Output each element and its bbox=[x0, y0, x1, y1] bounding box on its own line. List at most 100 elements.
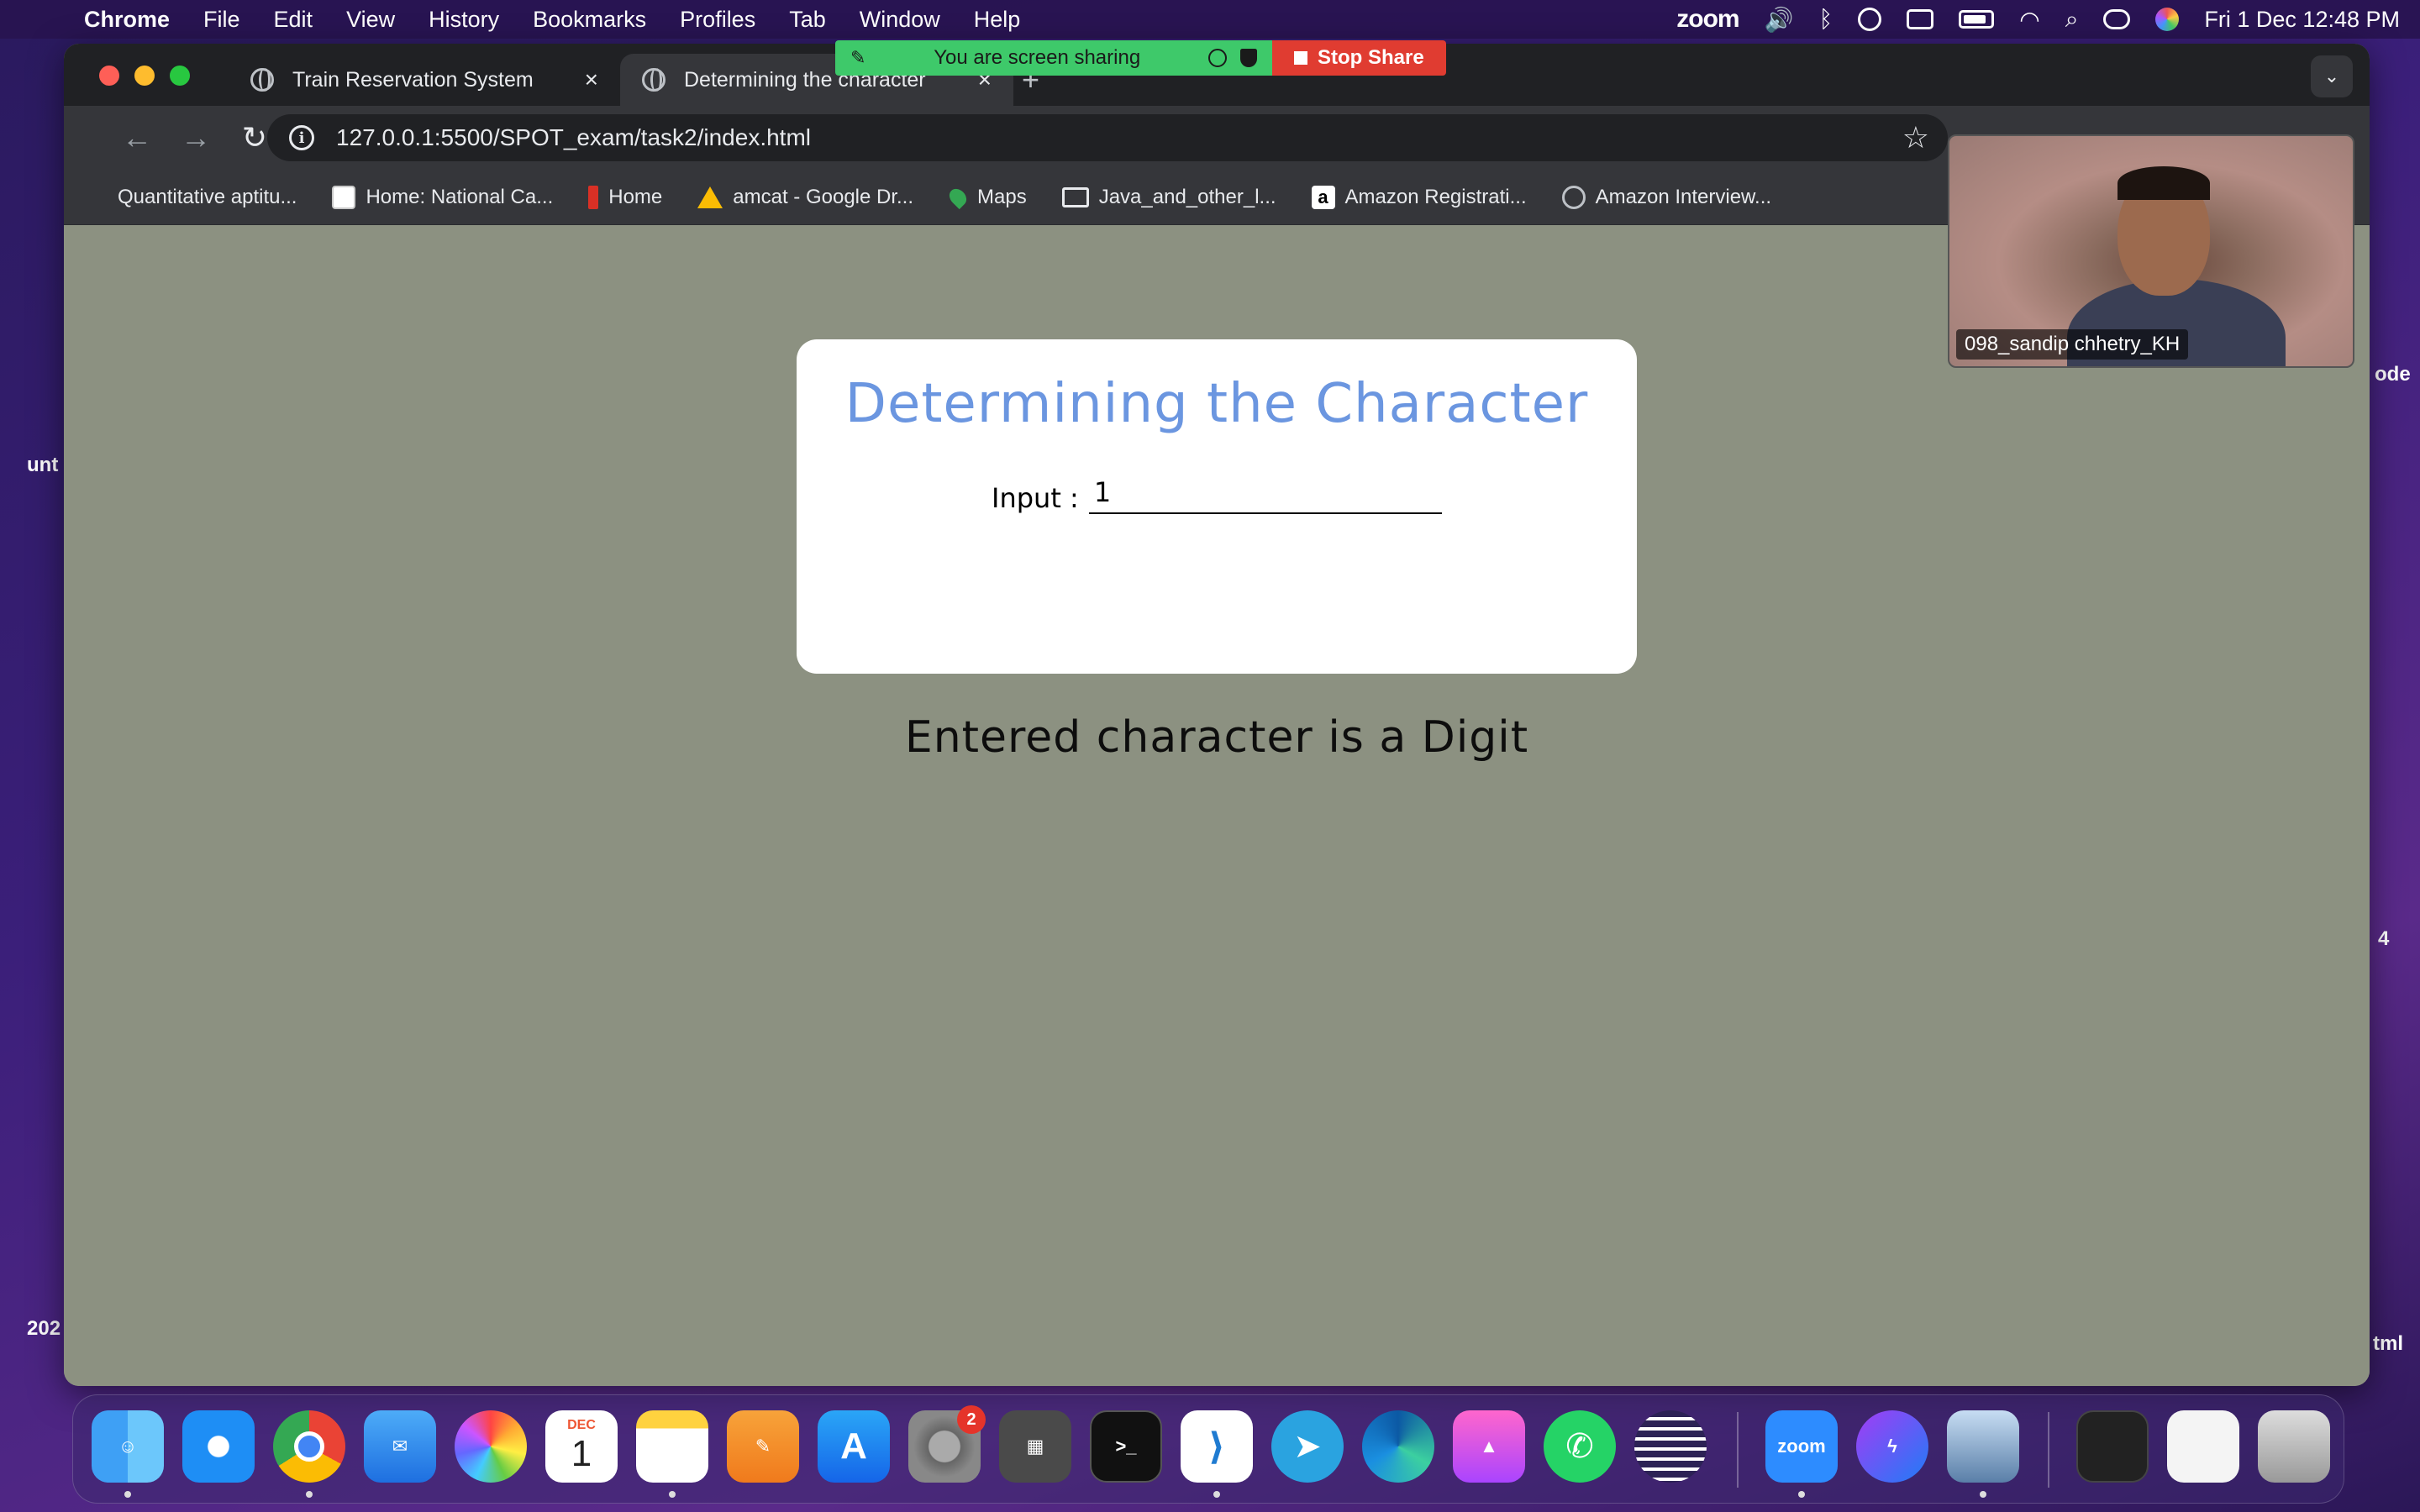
globe-icon bbox=[1561, 185, 1586, 209]
menu-bookmarks[interactable]: Bookmarks bbox=[516, 7, 663, 33]
calendar-icon[interactable]: DEC 1 bbox=[545, 1410, 618, 1483]
search-icon[interactable]: ⌕ bbox=[2065, 6, 2079, 34]
amazon-icon: a bbox=[1311, 185, 1335, 209]
bookmark-item[interactable]: Maps bbox=[945, 185, 1027, 209]
pages-icon[interactable]: ✎ bbox=[727, 1410, 799, 1483]
telegram-icon[interactable]: ➤ bbox=[1271, 1410, 1344, 1483]
fullscreen-window-button[interactable] bbox=[170, 66, 190, 86]
share-status[interactable]: ✎ You are screen sharing bbox=[835, 40, 1272, 76]
bookmark-label: Amazon Interview... bbox=[1595, 185, 1772, 208]
input-row: Input : bbox=[992, 472, 1442, 514]
status-area: zoom 🔊 ᛒ ◠ ⌕ Fri 1 Dec 12:48 PM bbox=[1676, 5, 2400, 34]
calendar-month: DEC bbox=[567, 1418, 596, 1432]
safari-icon[interactable] bbox=[182, 1410, 255, 1483]
desktop-file-label[interactable]: 202 bbox=[27, 1317, 60, 1341]
video-thumbnail[interactable]: 098_sandip chhetry_KH bbox=[1948, 134, 2354, 368]
siri-icon[interactable] bbox=[2155, 8, 2180, 31]
calendar-day: 1 bbox=[571, 1433, 592, 1474]
url-text[interactable]: 127.0.0.1:5500/SPOT_exam/task2/index.htm… bbox=[336, 124, 811, 151]
desktop-file-label[interactable]: tml bbox=[2373, 1332, 2403, 1356]
bookmark-item[interactable]: Amazon Interview... bbox=[1561, 185, 1772, 209]
menu-profiles[interactable]: Profiles bbox=[663, 7, 772, 33]
bookmark-folder[interactable]: Java_and_other_l... bbox=[1061, 186, 1276, 209]
volume-icon[interactable]: 🔊 bbox=[1765, 6, 1794, 34]
affinity-icon[interactable]: ▲ bbox=[1453, 1410, 1525, 1483]
screen-share-bar[interactable]: ✎ You are screen sharing Stop Share bbox=[835, 40, 1446, 76]
bookmark-item[interactable]: Home bbox=[588, 185, 663, 209]
edge-icon[interactable] bbox=[1362, 1410, 1434, 1483]
running-indicator bbox=[1798, 1491, 1805, 1498]
form-card: Determining the Character Input : bbox=[797, 339, 1637, 674]
chrome-icon[interactable] bbox=[273, 1410, 345, 1483]
screen-mirroring-icon[interactable] bbox=[1907, 9, 1934, 29]
stop-icon bbox=[1294, 51, 1307, 65]
mail-icon[interactable]: ✉ bbox=[364, 1410, 436, 1483]
participant-hair bbox=[2118, 166, 2210, 200]
shield-icon[interactable] bbox=[1240, 49, 1257, 67]
close-tab-icon[interactable]: × bbox=[585, 66, 598, 93]
bookmark-item[interactable]: a Amazon Registrati... bbox=[1311, 185, 1527, 209]
red-bar-icon bbox=[588, 185, 599, 209]
bookmark-item[interactable]: Quantitative aptitu... bbox=[118, 186, 297, 209]
control-center-icon[interactable] bbox=[2103, 9, 2131, 29]
bookmark-label: Amazon Registrati... bbox=[1344, 185, 1527, 208]
bookmark-label: Home: National Ca... bbox=[366, 185, 554, 208]
photos-icon[interactable] bbox=[455, 1410, 527, 1483]
desktop-file-label[interactable]: 4 bbox=[2378, 927, 2389, 951]
bookmark-item[interactable]: amcat - Google Dr... bbox=[697, 186, 913, 209]
bookmark-label: Home bbox=[608, 185, 663, 208]
share-grip-icon[interactable]: ✎ bbox=[850, 47, 865, 69]
bookmark-item[interactable]: Home: National Ca... bbox=[332, 185, 554, 209]
desktop-file-label[interactable]: ode bbox=[2375, 363, 2411, 386]
menu-tab[interactable]: Tab bbox=[772, 7, 843, 33]
calculator-icon[interactable]: ▦ bbox=[999, 1410, 1071, 1483]
desktop-file-label[interactable]: unt bbox=[27, 454, 58, 477]
terminal-icon[interactable]: >_ bbox=[1090, 1410, 1162, 1483]
address-bar[interactable]: i 127.0.0.1:5500/SPOT_exam/task2/index.h… bbox=[267, 114, 1948, 161]
running-indicator bbox=[306, 1491, 313, 1498]
terminal-prompt: >_ bbox=[1115, 1436, 1137, 1457]
page-title: Determining the Character bbox=[844, 373, 1589, 435]
menu-window[interactable]: Window bbox=[843, 7, 957, 33]
notes-icon[interactable] bbox=[636, 1410, 708, 1483]
menu-help[interactable]: Help bbox=[957, 7, 1038, 33]
whatsapp-icon[interactable]: ✆ bbox=[1544, 1410, 1616, 1483]
downloads-stack-icon[interactable] bbox=[2076, 1410, 2149, 1483]
zoom-app-icon[interactable]: zoom bbox=[1765, 1410, 1838, 1483]
bookmark-label: amcat - Google Dr... bbox=[733, 185, 914, 208]
menu-history[interactable]: History bbox=[412, 7, 516, 33]
zoom-menu-extra[interactable]: zoom bbox=[1676, 5, 1739, 34]
stop-share-button[interactable]: Stop Share bbox=[1272, 40, 1446, 76]
back-button[interactable]: ← bbox=[108, 120, 166, 155]
system-settings-icon[interactable]: 2 bbox=[908, 1405, 986, 1483]
menu-app-name[interactable]: Chrome bbox=[67, 7, 187, 33]
menu-view[interactable]: View bbox=[329, 7, 412, 33]
bluetooth-icon[interactable]: ᛒ bbox=[1818, 6, 1833, 33]
wifi-icon[interactable]: ◠ bbox=[2019, 6, 2039, 34]
battery-icon[interactable] bbox=[1959, 10, 1995, 29]
maps-icon bbox=[945, 185, 971, 209]
minimize-window-button[interactable] bbox=[134, 66, 155, 86]
forward-button[interactable]: → bbox=[166, 120, 225, 155]
bookmark-star-icon[interactable]: ☆ bbox=[1902, 120, 1929, 155]
site-info-icon[interactable]: i bbox=[289, 125, 314, 150]
menubar-clock[interactable]: Fri 1 Dec 12:48 PM bbox=[2204, 7, 2400, 33]
vscode-icon[interactable]: ⟩ bbox=[1181, 1410, 1253, 1483]
tab-train-reservation[interactable]: Train Reservation System × bbox=[229, 54, 620, 106]
documents-stack-icon[interactable] bbox=[2167, 1410, 2239, 1483]
finder-icon[interactable]: ☺ bbox=[92, 1410, 164, 1483]
preview-icon[interactable] bbox=[1947, 1410, 2019, 1483]
trash-icon[interactable] bbox=[2258, 1410, 2330, 1483]
menu-edit[interactable]: Edit bbox=[257, 7, 330, 33]
play-icon[interactable] bbox=[1858, 8, 1882, 31]
menu-bar: Chrome File Edit View History Bookmarks … bbox=[0, 0, 2420, 39]
messenger-icon[interactable]: ϟ bbox=[1856, 1410, 1928, 1483]
menu-file[interactable]: File bbox=[187, 7, 257, 33]
share-status-ring-icon[interactable] bbox=[1208, 49, 1227, 67]
character-input[interactable] bbox=[1088, 472, 1442, 514]
chevron-down-icon: ⌄ bbox=[2323, 66, 2340, 87]
app-store-icon[interactable]: A bbox=[818, 1410, 890, 1483]
close-window-button[interactable] bbox=[99, 66, 119, 86]
eclipse-icon[interactable] bbox=[1634, 1410, 1707, 1483]
tab-search-button[interactable]: ⌄ bbox=[2311, 55, 2353, 97]
